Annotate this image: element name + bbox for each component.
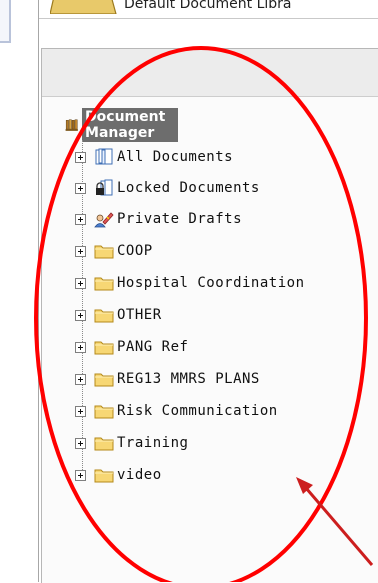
folder-icon bbox=[94, 437, 114, 451]
expand-icon[interactable] bbox=[75, 213, 86, 225]
tree-node-label: Private Drafts bbox=[117, 211, 243, 227]
tree-node-label: COOP bbox=[117, 243, 153, 259]
all-documents-icon bbox=[95, 148, 113, 165]
expand-icon[interactable] bbox=[75, 437, 86, 449]
tree-root[interactable]: Document Manager bbox=[65, 108, 179, 142]
folder-icon bbox=[94, 405, 114, 419]
left-sidebar-strip bbox=[0, 0, 39, 582]
tree-node-folder[interactable]: Training bbox=[75, 432, 188, 454]
folder-icon bbox=[94, 309, 114, 323]
tree-node-label: REG13 MMRS PLANS bbox=[117, 371, 260, 387]
tree-node-all-documents[interactable]: All Documents bbox=[75, 146, 233, 168]
folder-icon bbox=[94, 341, 114, 355]
tree-node-label: Hospital Coordination bbox=[117, 275, 305, 291]
tree-node-folder[interactable]: Hospital Coordination bbox=[75, 272, 305, 294]
expand-icon[interactable] bbox=[75, 405, 86, 417]
expand-icon[interactable] bbox=[75, 469, 86, 481]
folder-icon bbox=[94, 469, 114, 483]
tree-node-locked-documents[interactable]: Locked Documents bbox=[75, 177, 260, 199]
tree-node-folder[interactable]: OTHER bbox=[75, 304, 162, 326]
panel-header-bar bbox=[42, 49, 378, 97]
tree-node-label: PANG Ref bbox=[117, 339, 189, 355]
expand-icon[interactable] bbox=[75, 277, 86, 289]
tree-node-label: All Documents bbox=[117, 149, 234, 165]
private-drafts-icon bbox=[94, 212, 114, 228]
tree-node-label: video bbox=[117, 467, 162, 483]
expand-icon[interactable] bbox=[75, 245, 86, 257]
folder-icon bbox=[94, 277, 114, 291]
tree-node-folder[interactable]: video bbox=[75, 464, 162, 486]
tree-node-folder[interactable]: COOP bbox=[75, 240, 153, 262]
tree-root-label[interactable]: Document Manager bbox=[82, 108, 179, 142]
folder-icon bbox=[94, 373, 114, 387]
tree-node-folder[interactable]: Risk Communication bbox=[75, 400, 278, 422]
locked-documents-icon bbox=[96, 179, 113, 196]
expand-icon[interactable] bbox=[75, 341, 86, 353]
left-panel-fragment bbox=[0, 0, 11, 43]
tree-node-folder[interactable]: REG13 MMRS PLANS bbox=[75, 368, 260, 390]
tree-node-folder[interactable]: PANG Ref bbox=[75, 336, 188, 358]
document-manager-icon bbox=[65, 119, 78, 131]
expand-icon[interactable] bbox=[75, 309, 86, 321]
tree-node-label: Locked Documents bbox=[117, 180, 260, 196]
tree-node-label: OTHER bbox=[117, 307, 162, 323]
tree-node-label: Training bbox=[117, 435, 189, 451]
library-title[interactable]: Default Document Libra bbox=[124, 0, 292, 12]
folder-icon bbox=[94, 245, 114, 259]
expand-icon[interactable] bbox=[75, 373, 86, 385]
tree-node-private-drafts[interactable]: Private Drafts bbox=[75, 208, 242, 230]
tree-node-label: Risk Communication bbox=[117, 403, 278, 419]
expand-icon[interactable] bbox=[75, 151, 86, 163]
library-folder-icon bbox=[50, 0, 117, 14]
expand-icon[interactable] bbox=[75, 182, 86, 194]
